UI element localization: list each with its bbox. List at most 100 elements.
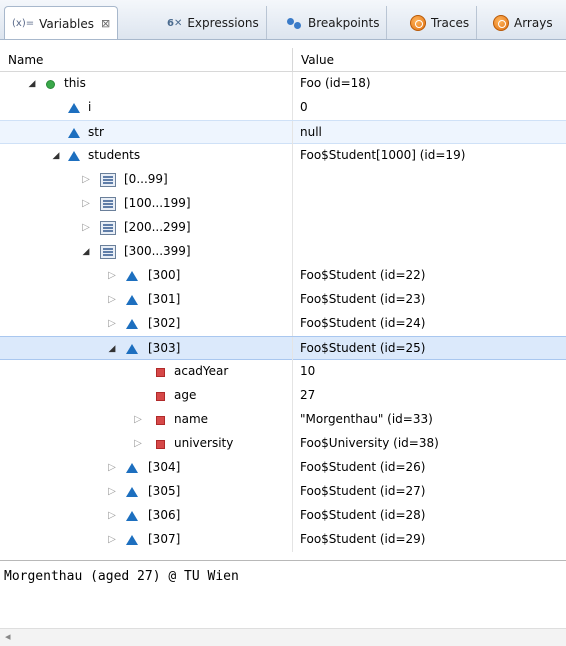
tab-expressions-label: Expressions xyxy=(187,16,259,30)
variable-name: this xyxy=(64,76,86,90)
variable-value: 27 xyxy=(300,388,316,402)
expanded-twisty-icon[interactable]: ◢ xyxy=(50,144,62,168)
field-icon xyxy=(126,487,138,497)
variable-value xyxy=(293,240,566,264)
variable-value: Foo$Student (id=22) xyxy=(300,268,426,282)
collapsed-twisty-icon[interactable]: ▷ xyxy=(106,528,118,552)
field-icon xyxy=(126,535,138,545)
horizontal-scrollbar[interactable]: ◂ xyxy=(0,628,566,646)
variable-name: i xyxy=(88,100,92,114)
tab-expressions[interactable]: 6✕ Expressions xyxy=(160,6,267,39)
collapsed-twisty-icon[interactable]: ▷ xyxy=(80,192,92,216)
tab-arrays[interactable]: Arrays xyxy=(486,6,560,39)
field-icon xyxy=(68,128,80,138)
private-field-icon xyxy=(156,416,165,425)
collapsed-twisty-icon[interactable]: ▷ xyxy=(106,480,118,504)
tree-row[interactable]: ▷ university Foo$University (id=38) xyxy=(0,432,566,456)
collapsed-twisty-icon[interactable]: ▷ xyxy=(106,264,118,288)
variable-value: Foo$Student (id=29) xyxy=(300,532,426,546)
name-cell: acadYear xyxy=(0,360,293,384)
tree-row[interactable]: age 27 xyxy=(0,384,566,408)
tab-traces[interactable]: Traces xyxy=(403,6,478,39)
tree-row[interactable]: ▷ [301] Foo$Student (id=23) xyxy=(0,288,566,312)
tree-row[interactable]: ▷ [305] Foo$Student (id=27) xyxy=(0,480,566,504)
tree-row[interactable]: ▷ [100...199] xyxy=(0,192,566,216)
name-cell: age xyxy=(0,384,293,408)
name-cell: ▷ [100...199] xyxy=(0,192,293,216)
name-cell: ▷ name xyxy=(0,408,293,432)
tab-variables[interactable]: (x)= Variables ⊠ xyxy=(4,6,119,39)
array-partition-icon xyxy=(100,173,116,187)
arrays-icon xyxy=(493,15,509,31)
tab-breakpoints[interactable]: Breakpoints xyxy=(280,6,388,39)
variable-name: [200...299] xyxy=(124,220,191,234)
variable-value: Foo$Student (id=25) xyxy=(300,341,426,355)
tree-row[interactable]: ◢ [300...399] xyxy=(0,240,566,264)
expanded-twisty-icon[interactable]: ◢ xyxy=(80,240,92,264)
tree-row[interactable]: acadYear 10 xyxy=(0,360,566,384)
variable-value: Foo$Student (id=24) xyxy=(300,316,426,330)
variable-name: university xyxy=(174,436,234,450)
expressions-icon: 6✕ xyxy=(167,17,183,29)
expanded-twisty-icon[interactable]: ◢ xyxy=(106,337,118,361)
collapsed-twisty-icon[interactable]: ▷ xyxy=(106,288,118,312)
column-header-name[interactable]: Name xyxy=(0,48,293,72)
variable-value: null xyxy=(300,125,322,139)
collapsed-twisty-icon[interactable]: ▷ xyxy=(132,408,144,432)
variable-value: 10 xyxy=(300,364,316,378)
scroll-left-icon[interactable]: ◂ xyxy=(5,630,11,643)
tree-row-selected[interactable]: ◢ [303] Foo$Student (id=25) xyxy=(0,336,566,361)
field-icon xyxy=(126,319,138,329)
name-cell: str xyxy=(0,121,293,145)
tab-variables-label: Variables xyxy=(39,16,94,31)
tab-breakpoints-label: Breakpoints xyxy=(308,16,380,30)
detail-pane[interactable]: Morgenthau (aged 27) @ TU Wien ◂ xyxy=(0,560,566,646)
name-cell: ▷ [300] xyxy=(0,264,293,288)
collapsed-twisty-icon[interactable]: ▷ xyxy=(106,456,118,480)
field-icon xyxy=(68,151,80,161)
name-cell: ◢ students xyxy=(0,144,293,168)
variable-name: [303] xyxy=(148,341,181,355)
variable-name: age xyxy=(174,388,197,402)
field-icon xyxy=(68,103,80,113)
variables-tree[interactable]: ◢ this Foo (id=18) i 0 str null ◢ studen… xyxy=(0,72,566,560)
detail-text[interactable]: Morgenthau (aged 27) @ TU Wien xyxy=(4,569,239,584)
expanded-twisty-icon[interactable]: ◢ xyxy=(26,72,38,96)
name-cell: ▷ [304] xyxy=(0,456,293,480)
column-header-value[interactable]: Value xyxy=(293,48,566,72)
tree-row[interactable]: ◢ students Foo$Student[1000] (id=19) xyxy=(0,144,566,168)
tab-traces-label: Traces xyxy=(431,16,470,30)
variable-value: Foo (id=18) xyxy=(300,76,371,90)
field-icon xyxy=(126,271,138,281)
variable-name: name xyxy=(174,412,209,426)
collapsed-twisty-icon[interactable]: ▷ xyxy=(106,504,118,528)
tab-arrays-label: Arrays xyxy=(514,16,553,30)
field-icon xyxy=(126,511,138,521)
breakpoints-icon xyxy=(287,16,303,30)
variable-value xyxy=(293,168,566,192)
collapsed-twisty-icon[interactable]: ▷ xyxy=(80,216,92,240)
tree-row[interactable]: ▷ [306] Foo$Student (id=28) xyxy=(0,504,566,528)
object-icon xyxy=(46,80,55,89)
tree-row[interactable]: str null xyxy=(0,120,566,145)
tree-row[interactable]: ◢ this Foo (id=18) xyxy=(0,72,566,96)
close-icon[interactable]: ⊠ xyxy=(101,17,110,30)
variable-name: [304] xyxy=(148,460,181,474)
tree-row[interactable]: ▷ [300] Foo$Student (id=22) xyxy=(0,264,566,288)
private-field-icon xyxy=(156,368,165,377)
tree-row[interactable]: i 0 xyxy=(0,96,566,120)
variable-name: [0...99] xyxy=(124,172,168,186)
collapsed-twisty-icon[interactable]: ▷ xyxy=(132,432,144,456)
collapsed-twisty-icon[interactable]: ▷ xyxy=(106,312,118,336)
tree-row[interactable]: ▷ name "Morgenthau" (id=33) xyxy=(0,408,566,432)
collapsed-twisty-icon[interactable]: ▷ xyxy=(80,168,92,192)
tree-row[interactable]: ▷ [302] Foo$Student (id=24) xyxy=(0,312,566,336)
tree-row[interactable]: ▷ [304] Foo$Student (id=26) xyxy=(0,456,566,480)
tree-row[interactable]: ▷ [200...299] xyxy=(0,216,566,240)
variable-value xyxy=(293,216,566,240)
field-icon xyxy=(126,463,138,473)
name-cell: ▷ [305] xyxy=(0,480,293,504)
tree-row[interactable]: ▷ [0...99] xyxy=(0,168,566,192)
tree-row[interactable]: ▷ [307] Foo$Student (id=29) xyxy=(0,528,566,552)
variable-name: [307] xyxy=(148,532,181,546)
